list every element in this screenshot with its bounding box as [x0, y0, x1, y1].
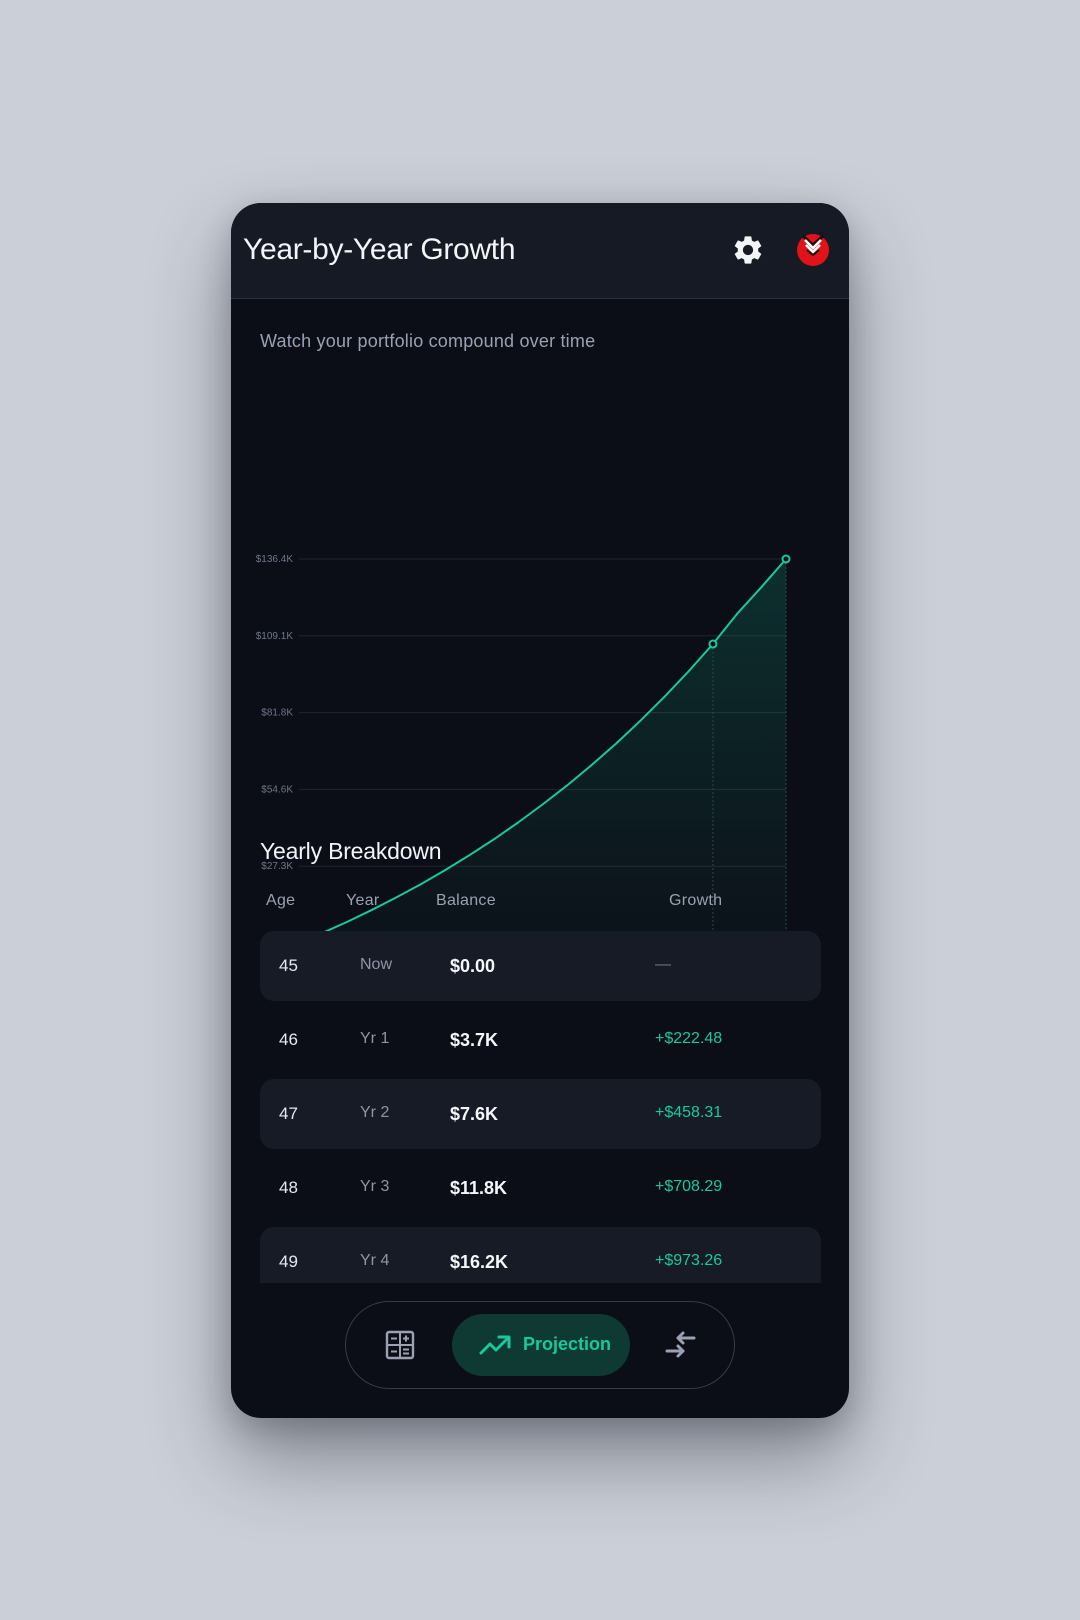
- column-header-growth: Growth: [669, 892, 723, 909]
- row-balance: $3.7K: [450, 1030, 499, 1050]
- column-header-age: Age: [266, 892, 296, 909]
- table-row: 46 Yr 1 $3.7K +$222.48: [260, 1005, 821, 1075]
- row-growth: +$708.29: [655, 1178, 723, 1195]
- row-year: Yr 4: [360, 1252, 390, 1269]
- row-year: Now: [360, 956, 393, 973]
- y-tick-label: $136.4K: [256, 554, 294, 565]
- row-balance: $0.00: [450, 956, 496, 976]
- row-age: 49: [279, 1252, 298, 1271]
- row-balance: $16.2K: [450, 1252, 509, 1272]
- y-tick-label: $81.8K: [261, 708, 293, 719]
- row-year: Yr 1: [360, 1030, 390, 1047]
- row-growth: +$973.26: [655, 1252, 723, 1269]
- page-title: Year-by-Year Growth: [243, 233, 516, 266]
- compare-arrows-icon[interactable]: [664, 1330, 698, 1360]
- calculator-icon[interactable]: [384, 1329, 416, 1361]
- projection-tab-label: Projection: [523, 1334, 612, 1354]
- column-header-year: Year: [346, 892, 380, 909]
- table-row: 45 Now $0.00 —: [260, 931, 821, 1001]
- row-age: 45: [279, 956, 298, 975]
- row-age: 48: [279, 1178, 298, 1197]
- row-balance: $7.6K: [450, 1104, 499, 1124]
- growth-chart: $0.00$27.3K$54.6K$81.8K$109.1K$136.4KAge…: [256, 554, 803, 962]
- data-point: [708, 639, 718, 649]
- row-year: Yr 3: [360, 1178, 390, 1195]
- data-point: [781, 554, 791, 564]
- app-window: Year-by-Year Growth Watch your portfolio…: [231, 203, 849, 1418]
- projection-tab[interactable]: Projection: [452, 1314, 630, 1376]
- row-growth: +$222.48: [655, 1030, 723, 1047]
- table-row: 48 Yr 3 $11.8K +$708.29: [260, 1153, 821, 1223]
- row-age: 46: [279, 1030, 298, 1049]
- avatar[interactable]: [795, 231, 831, 267]
- row-growth: +$458.31: [655, 1104, 723, 1121]
- row-age: 47: [279, 1104, 298, 1123]
- bottom-nav: Projection: [345, 1301, 735, 1389]
- chart-subtitle: Watch your portfolio compound over time: [260, 331, 596, 351]
- breakdown-list[interactable]: 45 Now $0.00 — 46 Yr 1 $3.7K +$222.48 47…: [260, 931, 821, 1283]
- trending-up-icon: [479, 1335, 511, 1355]
- table-row: 49 Yr 4 $16.2K +$973.26: [260, 1227, 821, 1283]
- table-row: 47 Yr 2 $7.6K +$458.31: [260, 1079, 821, 1149]
- y-tick-label: $54.6K: [261, 784, 293, 795]
- y-tick-label: $109.1K: [256, 631, 294, 642]
- row-balance: $11.8K: [450, 1178, 508, 1198]
- row-year: Yr 2: [360, 1104, 390, 1121]
- breakdown-title: Yearly Breakdown: [260, 838, 442, 864]
- gear-icon[interactable]: [731, 233, 765, 267]
- app-header: Year-by-Year Growth: [231, 203, 849, 299]
- column-header-balance: Balance: [436, 892, 496, 909]
- row-growth: —: [655, 956, 671, 973]
